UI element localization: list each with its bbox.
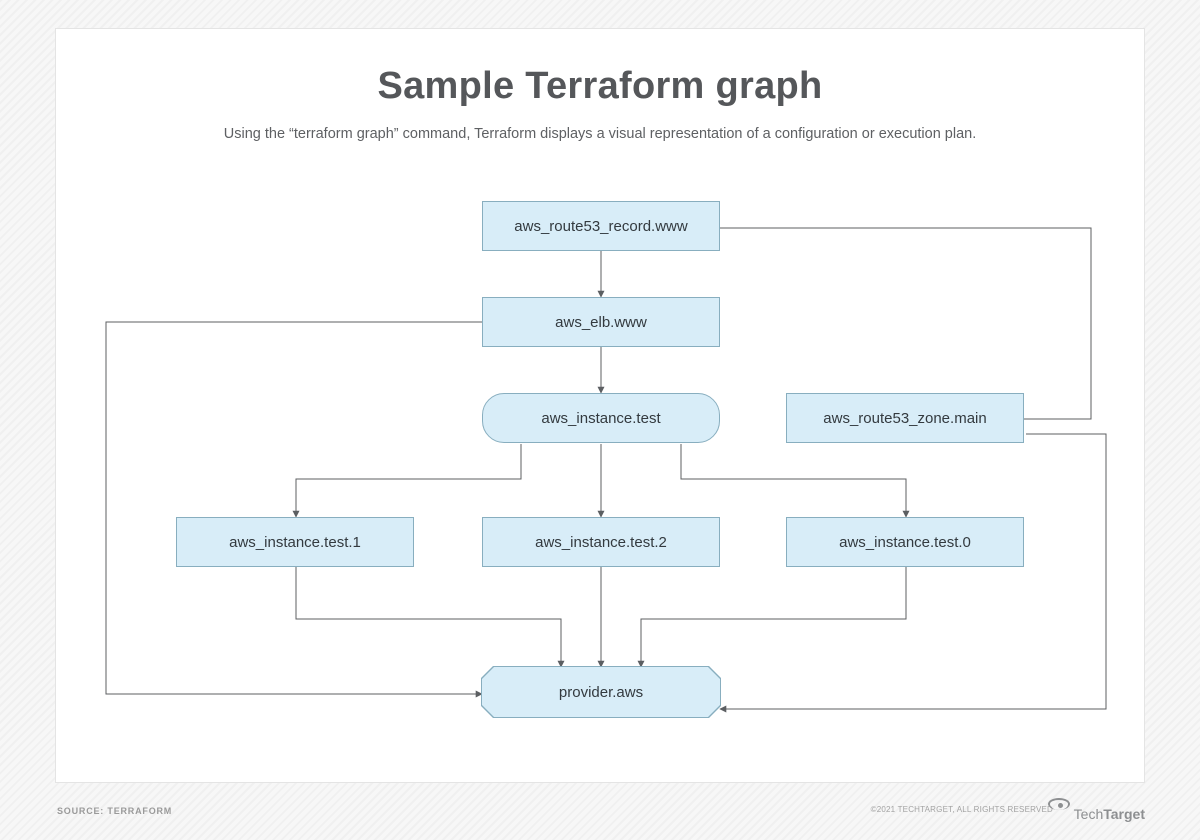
node-label: aws_instance.test	[541, 410, 660, 427]
node-instance-test-0: aws_instance.test.0	[786, 517, 1024, 567]
diagram-card: Sample Terraform graph Using the “terraf…	[55, 28, 1145, 783]
source-attribution: SOURCE: TERRAFORM	[57, 806, 172, 816]
diagram-subtitle: Using the “terraform graph” command, Ter…	[56, 126, 1144, 142]
node-label: aws_instance.test.1	[229, 534, 361, 551]
logo-text-b: Target	[1103, 806, 1145, 822]
node-route53-zone: aws_route53_zone.main	[786, 393, 1024, 443]
node-instance-test-2: aws_instance.test.2	[482, 517, 720, 567]
node-route53-record: aws_route53_record.www	[482, 201, 720, 251]
node-label: provider.aws	[559, 684, 643, 701]
terraform-graph-diagram: aws_route53_record.www aws_elb.www aws_i…	[56, 169, 1146, 759]
node-label: aws_route53_zone.main	[823, 410, 986, 427]
node-label: aws_instance.test.0	[839, 534, 971, 551]
logo-text-a: Tech	[1074, 806, 1104, 822]
techtarget-logo: TechTarget	[1048, 806, 1145, 822]
diagram-title: Sample Terraform graph	[56, 65, 1144, 108]
footer: SOURCE: TERRAFORM ©2021 TECHTARGET, ALL …	[55, 792, 1145, 822]
node-label: aws_instance.test.2	[535, 534, 667, 551]
node-instance-test: aws_instance.test	[482, 393, 720, 443]
node-label: aws_route53_record.www	[514, 218, 687, 235]
copyright-text: ©2021 TECHTARGET, ALL RIGHTS RESERVED	[871, 805, 1053, 814]
node-label: aws_elb.www	[555, 314, 647, 331]
node-instance-test-1: aws_instance.test.1	[176, 517, 414, 567]
eye-icon	[1048, 798, 1070, 810]
node-provider: provider.aws	[482, 667, 720, 717]
node-elb: aws_elb.www	[482, 297, 720, 347]
